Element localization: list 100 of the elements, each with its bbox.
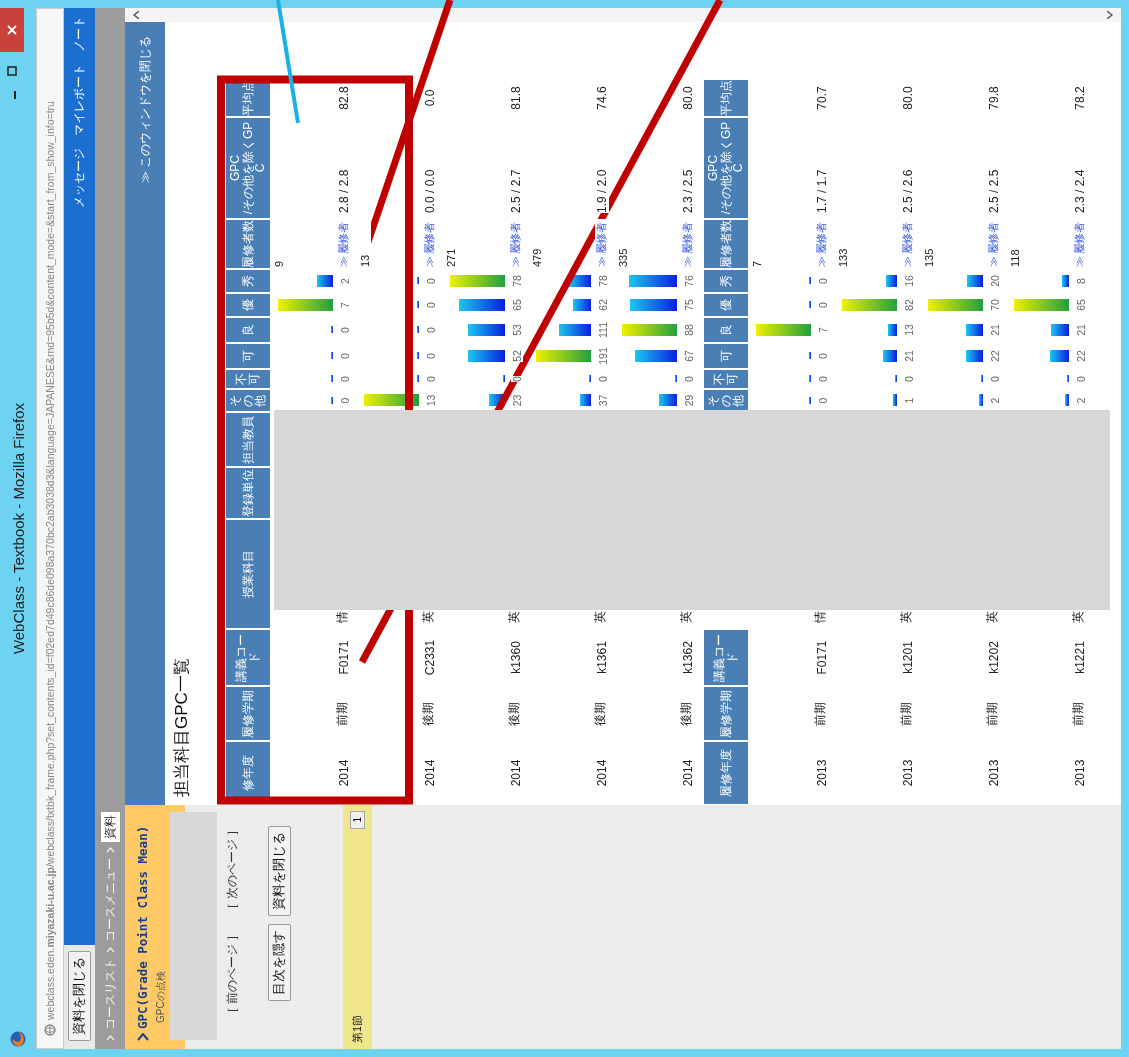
- nav-link[interactable]: マイレポート: [71, 64, 88, 136]
- table-cell: 前期: [334, 701, 351, 726]
- count-value: 52: [511, 350, 523, 362]
- gpc-value: 2.5 / 2.5: [987, 169, 1001, 213]
- nav-link[interactable]: ノート: [71, 16, 88, 52]
- count-value: 0: [425, 327, 437, 333]
- table-cell: 前期: [1070, 701, 1087, 726]
- count-bar: [536, 350, 591, 362]
- count-bar: [630, 299, 677, 311]
- count-value: 8: [1075, 278, 1087, 284]
- average-value: 70.7: [815, 86, 829, 110]
- column-header: 講義コード: [225, 629, 271, 686]
- count-bar: [580, 394, 591, 407]
- table-cell: 2014: [681, 759, 695, 787]
- students-link[interactable]: ≫ 履修者: [595, 219, 609, 267]
- count-bar: [966, 350, 983, 362]
- count-bar: [450, 275, 505, 287]
- table-cell: 2014: [595, 759, 609, 787]
- students-link[interactable]: ≫ 履修者: [337, 219, 351, 267]
- gpc-value: 2.5 / 2.7: [509, 169, 523, 213]
- count-value: 88: [683, 324, 695, 336]
- table-cell: k1362: [681, 641, 695, 674]
- count-value: 75: [683, 299, 695, 311]
- students-link[interactable]: ≫ 履修者: [423, 219, 437, 267]
- count-bar: [573, 299, 591, 311]
- sidebar-button[interactable]: 目次を隠す: [268, 924, 291, 1001]
- count-value: 20: [989, 275, 1001, 287]
- column-header: 履修学期: [225, 686, 271, 741]
- count-bar: [1065, 394, 1069, 407]
- close-button[interactable]: [0, 8, 24, 52]
- count-bar: [1051, 324, 1069, 336]
- table-cell: 情: [334, 611, 351, 623]
- students-link[interactable]: ≫ 履修者: [681, 219, 695, 267]
- fox-globe-icon: [10, 1031, 26, 1047]
- table-cell: 前期: [898, 701, 915, 726]
- maximize-icon[interactable]: [7, 66, 17, 76]
- students-link[interactable]: ≫ 履修者: [815, 219, 829, 267]
- count-value: 22: [1075, 350, 1087, 362]
- table-cell: 英: [592, 611, 609, 623]
- close-material-button[interactable]: 資料を閉じる: [68, 951, 91, 1041]
- table-cell: 後期: [592, 701, 609, 726]
- table-cell: 英: [420, 611, 437, 623]
- count-bar: [883, 350, 897, 362]
- count-value: 53: [511, 324, 523, 336]
- count-value: 13: [425, 394, 437, 407]
- column-header: 不可: [703, 369, 749, 389]
- breadcrumb-link[interactable]: 資料: [100, 812, 120, 842]
- column-header: 可: [225, 343, 271, 369]
- count-value: 76: [683, 275, 695, 287]
- gpc-value: 2.3 / 2.4: [1073, 169, 1087, 213]
- column-header: 優: [225, 293, 271, 317]
- column-header: 良: [703, 317, 749, 343]
- address-bar[interactable]: webclass.eden.miyazaki-u.ac.jp/webclass/txtbk_frame.php?set_contents_id=f02ed7d49c86de098a370bc2ab3038d3&language=JAPANESE&rnd=95b5d&content_mode=&start_from_show_info=tru: [36, 8, 64, 1049]
- count-value: 0: [1075, 376, 1087, 382]
- average-value: 79.8: [987, 86, 1001, 110]
- students-link[interactable]: ≫ 履修者: [509, 219, 523, 267]
- count-bar: [468, 350, 505, 362]
- count-value: 0: [817, 397, 829, 404]
- count-bar: [622, 324, 677, 336]
- close-icon: [7, 25, 17, 35]
- count-value: 82: [903, 299, 915, 311]
- count-value: 0: [989, 376, 1001, 382]
- students-link[interactable]: ≫ 履修者: [1073, 219, 1087, 267]
- count-bar: [559, 324, 591, 336]
- url-text: webclass.eden.miyazaki-u.ac.jp/webclass/txtbk_frame.php?set_contents_id=f02ed7d49c86de098a370bc2ab3038d3&language=JAPANESE&rnd=95b5d&content_mode=&start_from_show_info=tru: [43, 101, 57, 1020]
- table-cell: 英: [506, 611, 523, 623]
- scrollbar[interactable]: [125, 8, 1121, 22]
- count-bar: [278, 299, 333, 311]
- count-value: 1: [903, 397, 915, 404]
- count-value: 78: [597, 275, 609, 287]
- column-header: 担当教員: [225, 412, 271, 467]
- page-number[interactable]: 1: [350, 811, 365, 829]
- page-link[interactable]: ［ 次のページ ］: [225, 824, 240, 915]
- nav-link[interactable]: メッセージ: [71, 148, 88, 208]
- page-link[interactable]: ［ 前のページ ］: [225, 928, 240, 1019]
- table-cell: 2014: [423, 759, 437, 787]
- table-cell: 英: [1070, 611, 1087, 623]
- column-header: 不可: [225, 369, 271, 389]
- section-row[interactable]: 第1節 1: [343, 805, 372, 1049]
- average-value: 0.0: [423, 89, 437, 107]
- count-value: 0: [339, 397, 351, 404]
- students-link[interactable]: ≫ 履修者: [987, 219, 1001, 267]
- sidebar-button[interactable]: 資料を閉じる: [268, 826, 291, 916]
- students-link[interactable]: ≫ 履修者: [901, 219, 915, 267]
- count-value: 0: [425, 278, 437, 284]
- count-bar: [468, 324, 505, 336]
- table-cell: 2013: [815, 759, 829, 787]
- count-bar: [893, 394, 897, 407]
- gpc-value: 1.9 / 2.0: [595, 169, 609, 213]
- count-value: 22: [989, 350, 1001, 362]
- count-bar: [979, 394, 983, 407]
- count-bar: [317, 275, 333, 287]
- close-window-link[interactable]: ≫ このウィンドウを閉じる: [136, 36, 154, 184]
- chevron-icon: [136, 1033, 149, 1041]
- gpc-value: 2.3 / 2.5: [681, 169, 695, 213]
- table-cell: k1221: [1073, 641, 1087, 674]
- count-bar: [629, 275, 677, 287]
- count-bar: [888, 324, 897, 336]
- average-value: 81.8: [509, 86, 523, 110]
- table-cell: k1201: [901, 641, 915, 674]
